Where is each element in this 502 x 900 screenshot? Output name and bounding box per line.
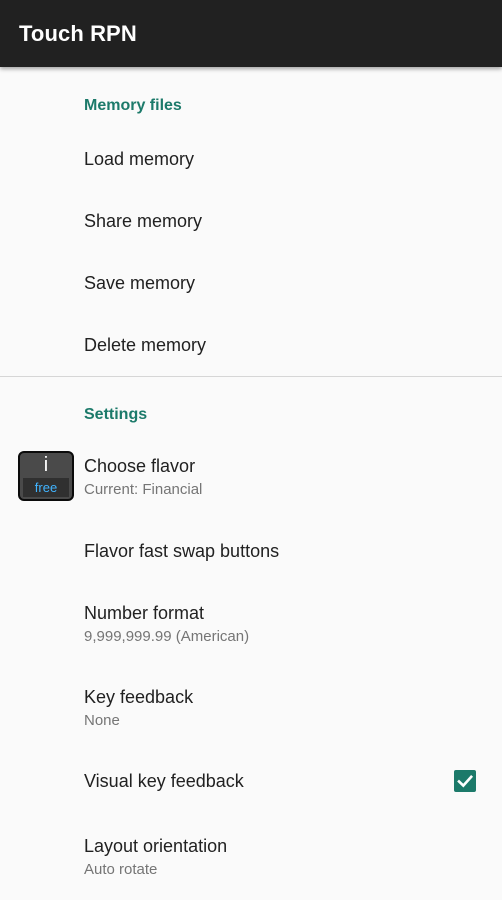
preferences-list[interactable]: Memory files Load memory Share memory Sa… <box>0 67 502 900</box>
app-title: Touch RPN <box>19 21 137 46</box>
delete-memory-title: Delete memory <box>84 335 207 355</box>
layout-orientation-title: Layout orientation <box>84 836 228 856</box>
memory-files-header: Memory files <box>84 97 182 114</box>
layout-orientation-item[interactable]: Layout orientation Auto rotate <box>0 811 502 900</box>
visual-key-feedback-item[interactable]: Visual key feedback <box>0 749 502 811</box>
choose-flavor-summary: Current: Financial <box>84 481 203 498</box>
visual-key-feedback-title: Visual key feedback <box>84 771 244 791</box>
save-memory-title: Save memory <box>84 273 196 293</box>
flavor-fast-swap-item[interactable]: Flavor fast swap buttons <box>0 519 502 581</box>
load-memory-title: Load memory <box>84 149 195 169</box>
visual-key-feedback-checkbox[interactable] <box>454 770 476 792</box>
delete-memory-item[interactable]: Delete memory <box>0 310 502 374</box>
share-memory-title: Share memory <box>84 211 203 231</box>
section-divider <box>0 376 502 377</box>
checkmark-icon <box>457 774 474 788</box>
key-feedback-summary: None <box>84 712 120 729</box>
key-feedback-title: Key feedback <box>84 687 194 707</box>
layout-orientation-summary: Auto rotate <box>84 861 158 878</box>
info-glyph: i <box>43 454 49 476</box>
app-bar: Touch RPN <box>0 0 502 67</box>
key-feedback-item[interactable]: Key feedback None <box>0 665 502 749</box>
number-format-item[interactable]: Number format 9,999,999.99 (American) <box>0 581 502 665</box>
flavor-free-icon: i free <box>18 451 74 501</box>
flavor-fast-swap-title: Flavor fast swap buttons <box>84 541 280 561</box>
number-format-summary: 9,999,999.99 (American) <box>84 628 250 645</box>
free-badge-label: free <box>34 480 58 495</box>
number-format-title: Number format <box>84 603 205 623</box>
settings-header: Settings <box>84 406 148 423</box>
load-memory-item[interactable]: Load memory <box>0 124 502 186</box>
save-memory-item[interactable]: Save memory <box>0 248 502 310</box>
choose-flavor-item[interactable]: Choose flavor Current: Financial <box>0 435 502 519</box>
share-memory-item[interactable]: Share memory <box>0 186 502 248</box>
choose-flavor-title: Choose flavor <box>84 456 196 476</box>
